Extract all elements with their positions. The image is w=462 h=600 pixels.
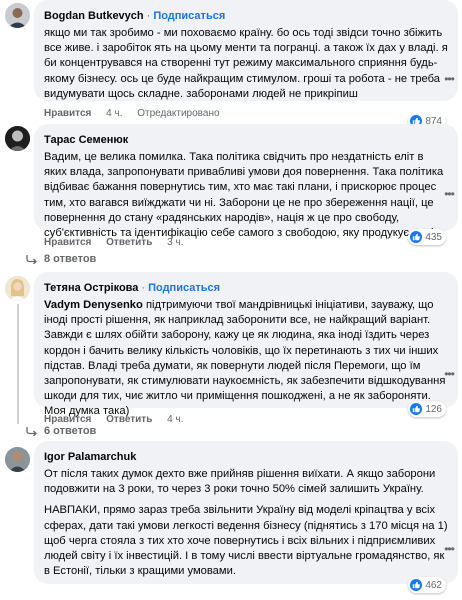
thumbs-up-icon <box>410 403 423 415</box>
thumbs-up-icon <box>410 231 423 243</box>
reply-button[interactable]: Ответить <box>106 237 152 248</box>
reply-arrow-icon <box>26 255 37 264</box>
replies-count: 6 ответов <box>44 425 97 437</box>
reply-button[interactable]: Ответить <box>106 414 152 425</box>
avatar[interactable] <box>5 3 30 28</box>
timestamp[interactable]: 4 ч. <box>167 414 183 425</box>
comment-bubble: Тетяна Острікова · Подписаться Vadym Denys… <box>34 272 458 417</box>
mention-link[interactable]: Vadym Denysenko <box>44 299 143 311</box>
reaction-number: 435 <box>425 231 442 243</box>
comment-paragraph: НАВПАКИ, прямо зараз треба звільнити Укр… <box>44 504 448 578</box>
thumbs-up-icon <box>410 579 423 591</box>
avatar-photo <box>5 276 30 301</box>
avatar[interactable] <box>5 276 30 301</box>
reaction-number: 462 <box>425 579 442 591</box>
view-replies-link[interactable]: 6 ответов <box>26 425 96 437</box>
replies-count: 8 ответов <box>44 253 97 265</box>
comment-actions: Нравится 4 ч. Отредактировано <box>44 108 224 120</box>
reaction-count[interactable]: 462 <box>408 577 446 593</box>
comment-paragraph: От після таких думок дехто вже прийняв р… <box>44 468 436 496</box>
comment-bubble: Тарас Семенюк Вадим, це велика помилка. … <box>34 124 458 239</box>
comment-text: Vadym Denysenko підтримуючи твої мандрів… <box>44 298 448 420</box>
follow-button[interactable]: Подписаться <box>148 282 220 294</box>
comment-text: Вадим, це велика помилка. Така політика … <box>44 151 444 240</box>
like-button[interactable]: Нравится <box>44 237 91 248</box>
thread-line <box>17 304 19 424</box>
author-name[interactable]: Тетяна Острікова <box>44 282 138 294</box>
follow-button[interactable]: Подписаться <box>153 10 225 22</box>
comment-text: От після таких думок дехто вже прийняв р… <box>44 467 448 579</box>
like-button[interactable]: Нравится <box>44 414 91 425</box>
timestamp[interactable]: 4 ч. <box>106 108 122 119</box>
author-name[interactable]: Igor Palamarchuk <box>44 451 136 463</box>
reaction-count[interactable]: 435 <box>408 229 446 245</box>
comment-body: підтримуючи твої мандрівницькі ініціатив… <box>44 299 446 418</box>
avatar-photo <box>5 126 30 151</box>
author-name[interactable]: Тарас Семенюк <box>44 134 128 146</box>
edited-label: Отредактировано <box>137 108 220 119</box>
timestamp[interactable]: 3 ч. <box>167 237 183 248</box>
author-name[interactable]: Bogdan Butkevych <box>44 10 144 22</box>
comment-bubble: Igor Palamarchuk От після таких думок де… <box>34 441 458 584</box>
more-options-icon[interactable]: ••• <box>440 540 458 558</box>
reply-arrow-icon <box>26 427 37 436</box>
reaction-count[interactable]: 126 <box>408 401 446 417</box>
comment-text: якщо ми так зробимо - ми поховаємо країн… <box>44 27 448 100</box>
avatar-photo <box>5 3 30 28</box>
comment-actions: Нравится Ответить 3 ч. <box>44 237 187 249</box>
reaction-number: 126 <box>425 403 442 415</box>
avatar[interactable] <box>5 447 30 472</box>
separator-dot: · <box>146 10 151 22</box>
avatar-photo <box>5 447 30 472</box>
more-options-icon[interactable]: ••• <box>440 365 458 383</box>
comment-bubble: Bogdan Butkevych · Подписаться якщо ми так… <box>34 0 458 101</box>
like-button[interactable]: Нравится <box>44 108 91 119</box>
avatar[interactable] <box>5 126 30 151</box>
view-replies-link[interactable]: 8 ответов <box>26 253 96 265</box>
more-options-icon[interactable]: ••• <box>440 70 458 88</box>
more-options-icon[interactable]: ••• <box>440 185 458 203</box>
separator-dot: · <box>141 282 146 294</box>
